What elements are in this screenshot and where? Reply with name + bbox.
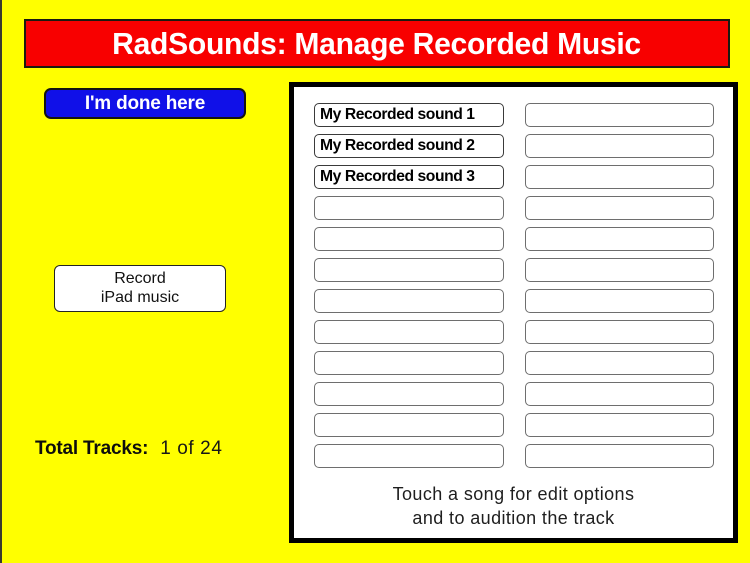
track-slot[interactable]: [525, 165, 714, 189]
app-root: RadSounds: Manage Recorded Music I'm don…: [0, 0, 750, 563]
track-slot-label: My Recorded sound 2: [320, 137, 475, 154]
app-title-banner: RadSounds: Manage Recorded Music: [24, 19, 730, 68]
track-slot[interactable]: [314, 227, 505, 251]
track-slot[interactable]: My Recorded sound 1: [314, 103, 505, 127]
panel-hint-line2: and to audition the track: [412, 507, 615, 528]
track-slot[interactable]: [314, 258, 505, 282]
track-slot-label: My Recorded sound 3: [320, 168, 475, 185]
track-slot[interactable]: [525, 444, 714, 468]
track-slot[interactable]: [314, 289, 505, 313]
track-slot[interactable]: [525, 382, 714, 406]
record-button-label-line1: Record: [114, 270, 166, 288]
track-slot[interactable]: [525, 351, 714, 375]
done-button-label: I'm done here: [84, 92, 206, 114]
track-slot[interactable]: [525, 227, 714, 251]
track-slot[interactable]: [314, 320, 505, 344]
track-slot[interactable]: [525, 413, 714, 437]
record-ipad-music-button[interactable]: Record iPad music: [54, 265, 226, 312]
track-slot[interactable]: [525, 258, 714, 282]
track-slot[interactable]: My Recorded sound 2: [314, 134, 505, 158]
track-slot[interactable]: [314, 413, 505, 437]
track-slot[interactable]: [525, 134, 714, 158]
page-title: RadSounds: Manage Recorded Music: [112, 25, 642, 61]
track-column-left: My Recorded sound 1 My Recorded sound 2 My…: [314, 103, 505, 468]
panel-hint: Touch a song for edit options and to aud…: [294, 483, 733, 531]
total-tracks: Total Tracks: 1 of 24: [35, 438, 223, 460]
track-list-panel: My Recorded sound 1 My Recorded sound 2 My…: [289, 82, 738, 543]
total-tracks-value: 1 of 24: [160, 438, 223, 459]
track-slot[interactable]: [314, 444, 505, 468]
track-slot[interactable]: [525, 196, 714, 220]
track-slot[interactable]: [525, 289, 714, 313]
track-column-right: [525, 103, 714, 468]
done-button[interactable]: I'm done here: [44, 88, 246, 119]
track-slot[interactable]: [314, 196, 505, 220]
track-slot[interactable]: [525, 320, 714, 344]
panel-hint-line1: Touch a song for edit options: [392, 484, 635, 504]
track-slot[interactable]: [525, 103, 714, 127]
track-slot[interactable]: [314, 382, 505, 406]
track-grid: My Recorded sound 1 My Recorded sound 2 My…: [314, 103, 714, 468]
track-slot-label: My Recorded sound 1: [320, 106, 475, 123]
total-tracks-label: Total Tracks:: [35, 438, 149, 459]
record-button-label-line2: iPad music: [100, 288, 180, 306]
track-slot[interactable]: My Recorded sound 3: [314, 165, 505, 189]
track-slot[interactable]: [314, 351, 505, 375]
